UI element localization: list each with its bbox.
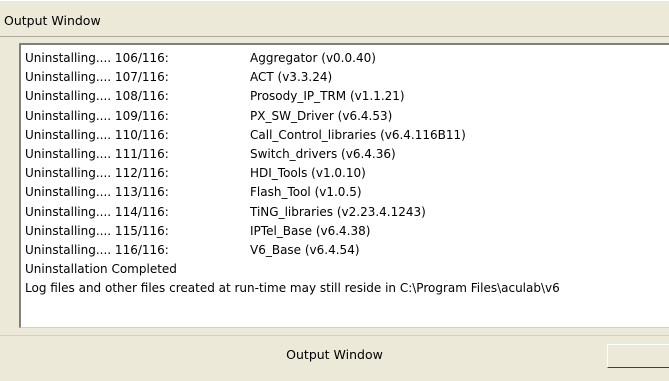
log-package: IPTel_Base (v6.4.38) [250, 223, 371, 238]
log-package: Prosody_IP_TRM (v1.1.21) [250, 89, 405, 104]
log-line: Uninstalling.... 116/116: V6_Base (v6.4.… [25, 241, 669, 260]
log-package: Switch_drivers (v6.4.36) [250, 146, 396, 161]
log-progress: Uninstalling.... 113/116: [25, 185, 169, 200]
log-line-completed: Uninstallation Completed [25, 260, 669, 279]
log-package: TiNG_libraries (v2.23.4.1243) [250, 204, 426, 219]
log-progress: Uninstalling.... 110/116: [25, 127, 169, 142]
log-package: V6_Base (v6.4.54) [250, 242, 360, 257]
log-line: Uninstalling.... 115/116: IPTel_Base (v6… [25, 222, 669, 241]
log-line: Uninstalling.... 111/116: Switch_drivers… [25, 145, 669, 164]
log-package: PX_SW_Driver (v6.4.53) [250, 108, 393, 123]
log-line: Uninstalling.... 106/116: Aggregator (v0… [25, 49, 669, 68]
log-line: Uninstalling.... 110/116: Call_Control_l… [25, 126, 669, 145]
log-progress: Uninstalling.... 106/116: [25, 51, 169, 65]
title-bar: Output Window [0, 0, 669, 37]
completed-message: Uninstallation Completed [25, 262, 177, 277]
log-package: Flash_Tool (v1.0.5) [250, 185, 362, 200]
window-title: Output Window [4, 13, 101, 28]
log-progress: Uninstalling.... 114/116: [25, 204, 169, 219]
log-line: Uninstalling.... 107/116: ACT (v3.3.24) [25, 68, 669, 87]
footer-button[interactable] [607, 344, 669, 368]
log-files-message: Log files and other files created at run… [25, 281, 560, 296]
log-progress: Uninstalling.... 111/116: [25, 146, 169, 161]
log-progress: Uninstalling.... 116/116: [25, 242, 169, 257]
log-progress: Uninstalling.... 109/116: [25, 108, 169, 123]
log-package: Aggregator (v0.0.40) [250, 51, 376, 65]
footer-divider [0, 335, 669, 336]
log-line-info: Log files and other files created at run… [25, 279, 669, 298]
log-line: Uninstalling.... 114/116: TiNG_libraries… [25, 203, 669, 222]
output-log[interactable]: Uninstalling.... 106/116: Aggregator (v0… [19, 43, 669, 328]
log-line: Uninstalling.... 112/116: HDI_Tools (v1.… [25, 164, 669, 183]
log-package: ACT (v3.3.24) [250, 70, 333, 85]
log-progress: Uninstalling.... 115/116: [25, 223, 169, 238]
log-package: HDI_Tools (v1.0.10) [250, 166, 366, 181]
log-line: Uninstalling.... 109/116: PX_SW_Driver (… [25, 107, 669, 126]
output-lines: Uninstalling.... 106/116: Aggregator (v0… [25, 49, 669, 298]
log-package: Call_Control_libraries (v6.4.116B11) [250, 127, 466, 142]
log-progress: Uninstalling.... 107/116: [25, 70, 169, 85]
footer-label: Output Window [286, 347, 383, 362]
title-divider [0, 36, 669, 37]
log-progress: Uninstalling.... 108/116: [25, 89, 169, 104]
log-progress: Uninstalling.... 112/116: [25, 166, 169, 181]
log-line: Uninstalling.... 113/116: Flash_Tool (v1… [25, 183, 669, 202]
log-line: Uninstalling.... 108/116: Prosody_IP_TRM… [25, 87, 669, 106]
